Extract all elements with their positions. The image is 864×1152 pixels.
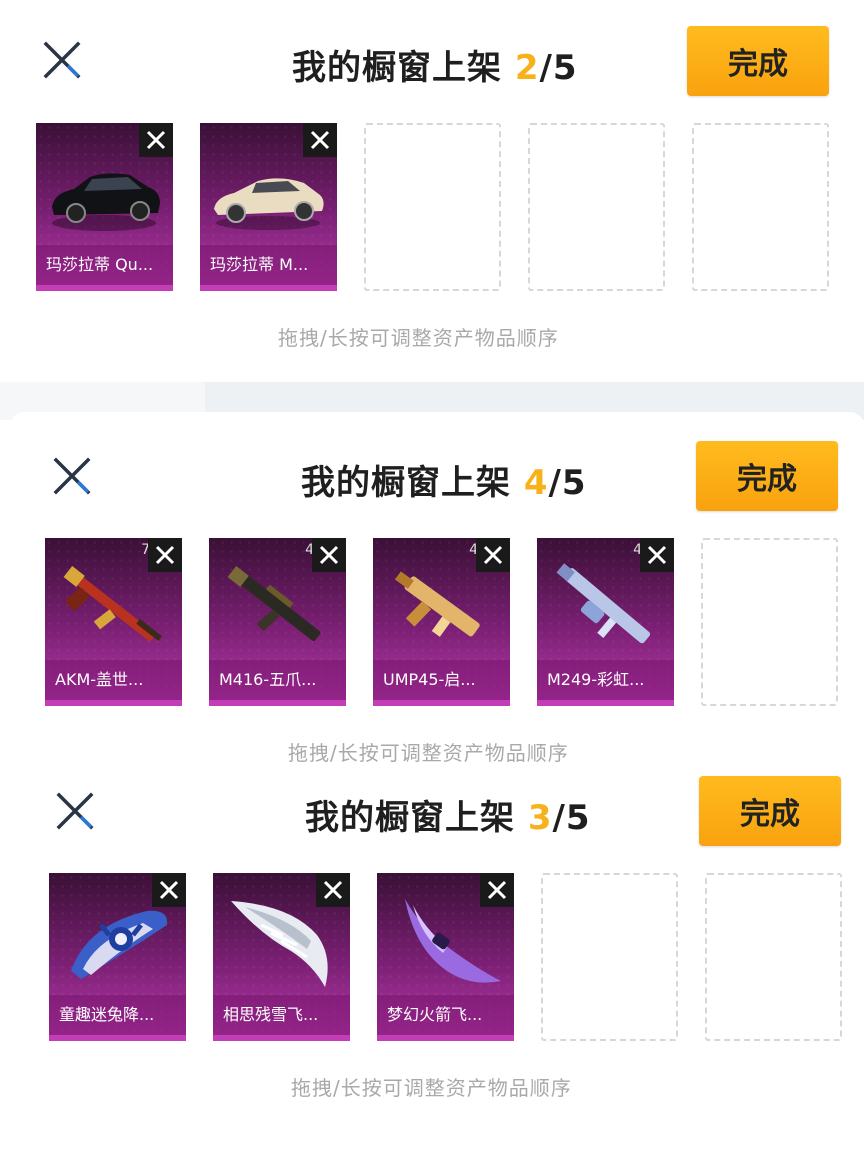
remove-item-button[interactable] — [312, 538, 346, 572]
item-name: 童趣迷兔降... — [49, 995, 186, 1035]
panel-title: 我的橱窗上架 3/5 — [305, 798, 591, 838]
panel-title: 我的橱窗上架 2/5 — [292, 48, 578, 88]
shelf-count: 3 — [527, 798, 553, 838]
empty-slot[interactable] — [705, 873, 842, 1041]
shelf-total: /5 — [552, 798, 591, 838]
item-name: M249-彩虹... — [537, 660, 674, 700]
item-name: AKM-盖世... — [45, 660, 182, 700]
item-slot[interactable]: 玛莎拉蒂 Qu... — [36, 123, 173, 291]
close-icon[interactable] — [52, 456, 92, 496]
item-name: 玛莎拉蒂 Qu... — [36, 245, 173, 285]
empty-slot[interactable] — [541, 873, 678, 1041]
slot-row: 玛莎拉蒂 Qu... 玛莎拉蒂 M... — [36, 123, 856, 291]
reorder-hint: 拖拽/长按可调整资产物品顺序 — [291, 1076, 572, 1100]
done-button[interactable]: 完成 — [687, 26, 829, 96]
shelf-count: 2 — [514, 48, 540, 88]
close-icon[interactable] — [42, 40, 82, 80]
shelf-total: /5 — [548, 463, 587, 503]
item-slot[interactable]: 4 M416-五爪... — [209, 538, 346, 706]
beige-sports-car-icon — [208, 145, 329, 241]
item-name: UMP45-启... — [373, 660, 510, 700]
remove-item-button[interactable] — [139, 123, 173, 157]
slot-row: 7 AKM-盖世... 4 M416-五爪... 4 UMP45-启... 4 — [45, 538, 864, 706]
item-name: 相思残雪飞... — [213, 995, 350, 1035]
m249-lmg-icon — [545, 560, 666, 656]
m416-rifle-icon — [217, 560, 338, 656]
sheet-edge — [10, 412, 864, 432]
empty-slot[interactable] — [692, 123, 829, 291]
item-name: 玛莎拉蒂 M... — [200, 245, 337, 285]
item-slot[interactable]: 相思残雪飞... — [213, 873, 350, 1041]
remove-item-button[interactable] — [640, 538, 674, 572]
black-car-icon — [44, 145, 165, 241]
reorder-hint: 拖拽/长按可调整资产物品顺序 — [278, 326, 559, 350]
snow-wing-glider-icon — [221, 895, 342, 991]
shelf-count: 4 — [523, 463, 549, 503]
done-button[interactable]: 完成 — [696, 441, 838, 511]
item-slot[interactable]: 童趣迷兔降... — [49, 873, 186, 1041]
panel-title: 我的橱窗上架 4/5 — [301, 463, 587, 503]
close-icon[interactable] — [55, 791, 95, 831]
ump45-smg-icon — [381, 560, 502, 656]
remove-item-button[interactable] — [152, 873, 186, 907]
reorder-hint: 拖拽/长按可调整资产物品顺序 — [288, 741, 569, 765]
item-name: M416-五爪... — [209, 660, 346, 700]
remove-item-button[interactable] — [480, 873, 514, 907]
shelf-total: /5 — [539, 48, 578, 88]
done-button[interactable]: 完成 — [699, 776, 841, 846]
empty-slot[interactable] — [364, 123, 501, 291]
item-slot[interactable]: 梦幻火箭飞... — [377, 873, 514, 1041]
akm-rifle-icon — [53, 560, 174, 656]
item-slot[interactable]: 玛莎拉蒂 M... — [200, 123, 337, 291]
item-slot[interactable]: 7 AKM-盖世... — [45, 538, 182, 706]
item-name: 梦幻火箭飞... — [377, 995, 514, 1035]
item-slot[interactable]: 4 UMP45-启... — [373, 538, 510, 706]
bunny-glider-icon — [57, 895, 178, 991]
remove-item-button[interactable] — [303, 123, 337, 157]
remove-item-button[interactable] — [316, 873, 350, 907]
remove-item-button[interactable] — [148, 538, 182, 572]
item-slot[interactable]: 4 M249-彩虹... — [537, 538, 674, 706]
slot-row: 童趣迷兔降... 相思残雪飞... 梦幻火箭飞... — [49, 873, 864, 1041]
rocket-glider-icon — [385, 895, 506, 991]
empty-slot[interactable] — [701, 538, 838, 706]
remove-item-button[interactable] — [476, 538, 510, 572]
empty-slot[interactable] — [528, 123, 665, 291]
